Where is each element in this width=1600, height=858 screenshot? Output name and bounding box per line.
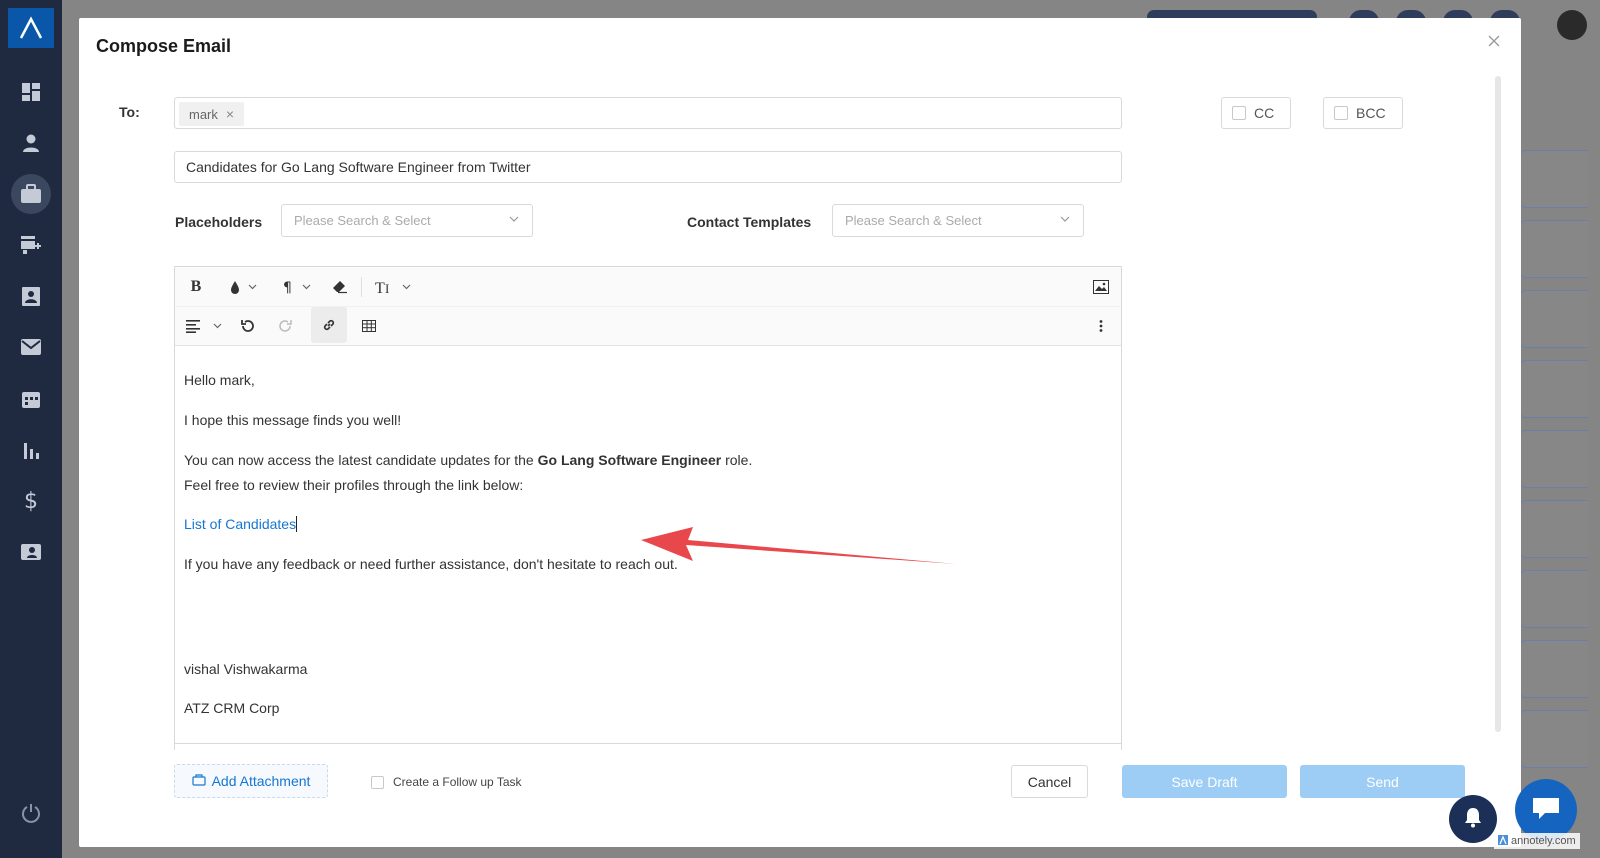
- contact-templates-label: Contact Templates: [687, 214, 812, 230]
- dashboard-icon[interactable]: [15, 76, 47, 108]
- to-label: To:: [119, 104, 140, 120]
- bell-icon: [1463, 806, 1483, 833]
- paragraph-icon[interactable]: ¶: [277, 269, 317, 305]
- send-button[interactable]: Send: [1300, 765, 1465, 798]
- follow-up-label: Create a Follow up Task: [393, 775, 522, 789]
- power-icon[interactable]: [15, 797, 47, 829]
- modal-scrollbar[interactable]: [1495, 76, 1501, 732]
- add-attachment-button[interactable]: Add Attachment: [174, 764, 328, 798]
- store-add-icon[interactable]: [15, 229, 47, 261]
- body-line-4[interactable]: If you have any feedback or need further…: [184, 556, 678, 572]
- bcc-toggle[interactable]: BCC: [1323, 97, 1403, 129]
- body-greeting[interactable]: Hello mark,: [184, 372, 255, 388]
- recipient-tag: mark ×: [179, 102, 245, 126]
- cc-checkbox[interactable]: [1232, 106, 1246, 120]
- align-icon[interactable]: [183, 308, 227, 344]
- body-line-1[interactable]: I hope this message finds you well!: [184, 412, 401, 428]
- redo-icon[interactable]: [272, 308, 300, 344]
- svg-text:T: T: [375, 280, 385, 295]
- ink-drop-icon[interactable]: [223, 269, 263, 305]
- signature-company[interactable]: ATZ CRM Corp: [184, 700, 279, 716]
- background-card: [1520, 570, 1588, 628]
- rich-text-editor: B ¶ TI Hello mark, I hope this message f…: [174, 266, 1122, 750]
- watermark-text: annotely.com: [1511, 835, 1576, 847]
- text-size-icon[interactable]: TI: [371, 269, 415, 305]
- background-card: [1520, 290, 1588, 348]
- background-card: [1520, 710, 1588, 768]
- image-icon[interactable]: [1087, 269, 1115, 305]
- body-link-line[interactable]: List of Candidates: [184, 516, 298, 532]
- placeholders-label: Placeholders: [175, 214, 263, 230]
- body-line-2[interactable]: You can now access the latest candidate …: [184, 452, 752, 468]
- text-caret: [296, 516, 298, 532]
- eraser-icon[interactable]: [327, 269, 353, 305]
- toolbar-separator: [361, 277, 362, 297]
- id-card-icon[interactable]: [15, 536, 47, 568]
- editor-bottom-border: [174, 743, 1122, 744]
- background-card: [1520, 360, 1588, 418]
- bold-icon[interactable]: B: [183, 269, 209, 305]
- background-card: [1520, 150, 1588, 208]
- placeholders-placeholder: Please Search & Select: [294, 213, 431, 228]
- signature-name[interactable]: vishal Vishwakarma: [184, 661, 307, 677]
- avatar[interactable]: [1557, 10, 1587, 40]
- background-card: [1520, 430, 1588, 488]
- follow-up-checkbox[interactable]: [371, 775, 384, 789]
- background-card: [1520, 220, 1588, 278]
- link-icon[interactable]: [311, 307, 347, 343]
- contact-card-icon[interactable]: [15, 280, 47, 312]
- mail-icon[interactable]: [15, 331, 47, 363]
- watermark-logo-icon: [1498, 834, 1508, 848]
- attachment-icon: [191, 773, 206, 789]
- candidates-link[interactable]: List of Candidates: [184, 516, 296, 532]
- svg-text:¶: ¶: [283, 280, 292, 294]
- contact-templates-select[interactable]: Please Search & Select: [832, 204, 1084, 237]
- chat-icon: [1531, 795, 1561, 826]
- body-line-2-bold: Go Lang Software Engineer: [537, 452, 722, 468]
- background-card: [1520, 500, 1588, 558]
- calendar-icon[interactable]: [15, 383, 47, 415]
- briefcase-icon[interactable]: [11, 174, 51, 214]
- body-line-2-suffix: role.: [721, 452, 753, 468]
- add-attachment-label: Add Attachment: [211, 773, 311, 789]
- cc-label: CC: [1254, 105, 1275, 121]
- chevron-down-icon: [1059, 213, 1071, 228]
- watermark: annotely.com: [1494, 833, 1580, 849]
- contact-templates-placeholder: Please Search & Select: [845, 213, 982, 228]
- close-icon[interactable]: [1483, 30, 1505, 52]
- cancel-button[interactable]: Cancel: [1011, 765, 1088, 798]
- undo-icon[interactable]: [233, 308, 261, 344]
- recipient-tag-label: mark: [189, 106, 218, 122]
- follow-up-task[interactable]: Create a Follow up Task: [371, 775, 522, 789]
- remove-recipient-icon[interactable]: ×: [226, 106, 234, 122]
- body-line-2-prefix: You can now access the latest candidate …: [184, 452, 538, 468]
- modal-title: Compose Email: [96, 36, 232, 56]
- cc-toggle[interactable]: CC: [1221, 97, 1291, 129]
- svg-text:I: I: [385, 281, 389, 295]
- bcc-checkbox[interactable]: [1334, 106, 1348, 120]
- bcc-label: BCC: [1356, 105, 1386, 121]
- bar-chart-icon[interactable]: [15, 434, 47, 466]
- placeholders-select[interactable]: Please Search & Select: [281, 204, 533, 237]
- notification-bell-button[interactable]: [1449, 795, 1497, 843]
- save-draft-button[interactable]: Save Draft: [1122, 765, 1287, 798]
- table-icon[interactable]: [355, 308, 383, 344]
- chat-button[interactable]: [1515, 779, 1577, 841]
- to-field[interactable]: mark ×: [174, 97, 1122, 129]
- chevron-down-icon: [508, 213, 520, 228]
- compose-email-modal: Compose Email To: mark × CC BCC Candidat…: [79, 18, 1521, 847]
- subject-input[interactable]: Candidates for Go Lang Software Engineer…: [174, 151, 1122, 183]
- background-card: [1520, 640, 1588, 698]
- app-logo[interactable]: [8, 8, 54, 48]
- person-icon[interactable]: [15, 127, 47, 159]
- more-icon[interactable]: [1091, 308, 1111, 344]
- dollar-icon[interactable]: $: [15, 485, 47, 517]
- editor-toolbar: B ¶ TI: [175, 267, 1121, 346]
- app-sidebar: $: [0, 0, 62, 858]
- body-line-3[interactable]: Feel free to review their profiles throu…: [184, 477, 523, 493]
